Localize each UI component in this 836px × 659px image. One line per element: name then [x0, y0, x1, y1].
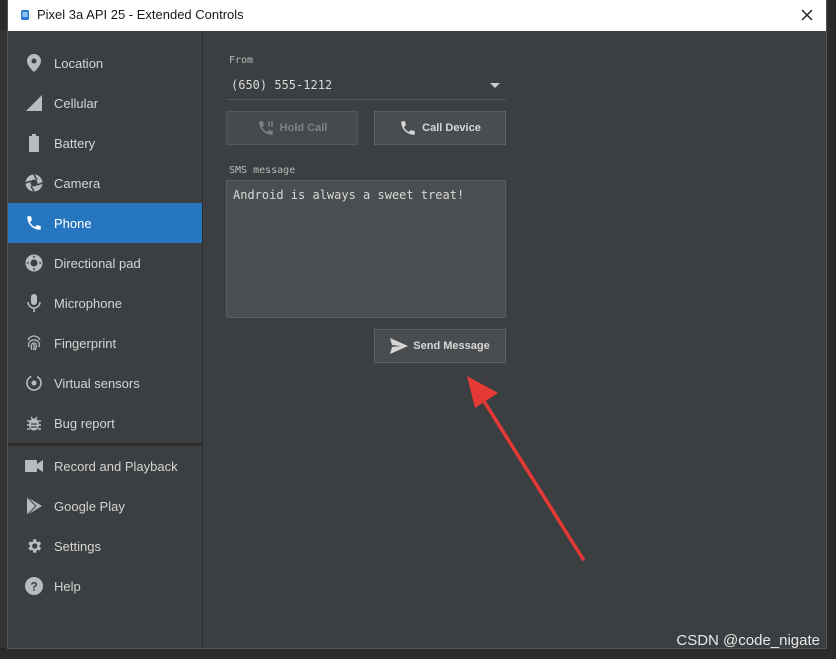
sidebar-item-virtual-sensors[interactable]: Virtual sensors [8, 363, 202, 403]
sidebar-item-directional-pad[interactable]: Directional pad [8, 243, 202, 283]
rotate-sensor-icon [25, 374, 43, 392]
battery-icon [25, 134, 43, 152]
watermark: CSDN @code_nigate [676, 632, 820, 649]
sidebar-item-record-and-playback[interactable]: Record and Playback [8, 446, 202, 486]
sidebar-item-label: Phone [54, 215, 92, 231]
send-icon [390, 337, 409, 355]
from-number-dropdown[interactable]: (650) 555-1212 [226, 73, 506, 100]
ide-background-bottom [0, 648, 836, 659]
sidebar-item-label: Camera [54, 175, 101, 191]
sidebar-item-label: Fingerprint [54, 335, 117, 351]
sidebar-item-label: Record and Playback [54, 458, 178, 474]
sidebar-item-cellular[interactable]: Cellular [8, 83, 202, 123]
hold-call-label: Hold Call [279, 122, 328, 134]
sidebar-item-bug-report[interactable]: Bug report [8, 403, 202, 443]
sidebar-item-label: Virtual sensors [54, 375, 140, 391]
sidebar-item-phone[interactable]: Phone [8, 203, 202, 243]
signal-icon [25, 94, 43, 112]
call-device-button[interactable]: Call Device [374, 111, 506, 145]
sms-message-textarea[interactable]: Android is always a sweet treat! [226, 180, 506, 318]
bug-icon [25, 414, 43, 432]
sidebar-item-location[interactable]: Location [8, 43, 202, 83]
send-message-button[interactable]: Send Message [374, 329, 506, 363]
sidebar-item-google-play[interactable]: Google Play [8, 486, 202, 526]
window-title: Pixel 3a API 25 - Extended Controls [37, 7, 244, 22]
sidebar: Location Cellular Battery Camera Phone D… [8, 31, 203, 648]
svg-text:?: ? [30, 580, 37, 594]
microphone-icon [25, 294, 43, 312]
sidebar-item-label: Bug report [54, 415, 115, 431]
sidebar-item-fingerprint[interactable]: Fingerprint [8, 323, 202, 363]
extended-controls-window: Pixel 3a API 25 - Extended Controls Loca… [8, 0, 826, 648]
chevron-down-icon [490, 83, 500, 88]
from-number-value: (650) 555-1212 [231, 78, 333, 92]
sidebar-item-microphone[interactable]: Microphone [8, 283, 202, 323]
location-pin-icon [25, 54, 43, 72]
hold-call-button[interactable]: Hold Call [226, 111, 358, 145]
sidebar-item-camera[interactable]: Camera [8, 163, 202, 203]
ide-background-right [826, 30, 836, 659]
help-icon: ? [25, 577, 43, 595]
sidebar-item-battery[interactable]: Battery [8, 123, 202, 163]
phone-panel: From (650) 555-1212 Hold Call Call Devic… [203, 31, 826, 648]
video-camera-icon [25, 457, 43, 475]
sidebar-item-label: Battery [54, 135, 96, 151]
phone-paused-icon [257, 119, 275, 137]
sidebar-item-label: Directional pad [54, 255, 141, 271]
title-bar: Pixel 3a API 25 - Extended Controls [8, 0, 826, 31]
call-device-label: Call Device [422, 122, 481, 134]
camera-aperture-icon [25, 174, 43, 192]
sidebar-item-help[interactable]: ? Help [8, 566, 202, 606]
sidebar-item-label: Settings [54, 538, 101, 554]
close-icon[interactable] [796, 4, 818, 26]
from-label: From [229, 55, 254, 66]
emulator-app-icon [21, 10, 29, 20]
ide-background-left [0, 30, 8, 659]
sidebar-item-label: Location [54, 55, 104, 71]
fingerprint-icon [25, 334, 43, 352]
dpad-icon [25, 254, 43, 272]
sidebar-item-label: Google Play [54, 498, 125, 514]
play-store-icon [25, 497, 43, 515]
sidebar-item-label: Cellular [54, 95, 99, 111]
gear-icon [25, 537, 43, 555]
sidebar-item-label: Help [54, 578, 81, 594]
send-message-label: Send Message [413, 340, 490, 352]
phone-icon [399, 119, 417, 137]
sidebar-item-settings[interactable]: Settings [8, 526, 202, 566]
sidebar-item-label: Microphone [54, 295, 122, 311]
sms-message-label: SMS message [229, 165, 296, 176]
phone-icon [25, 214, 43, 232]
